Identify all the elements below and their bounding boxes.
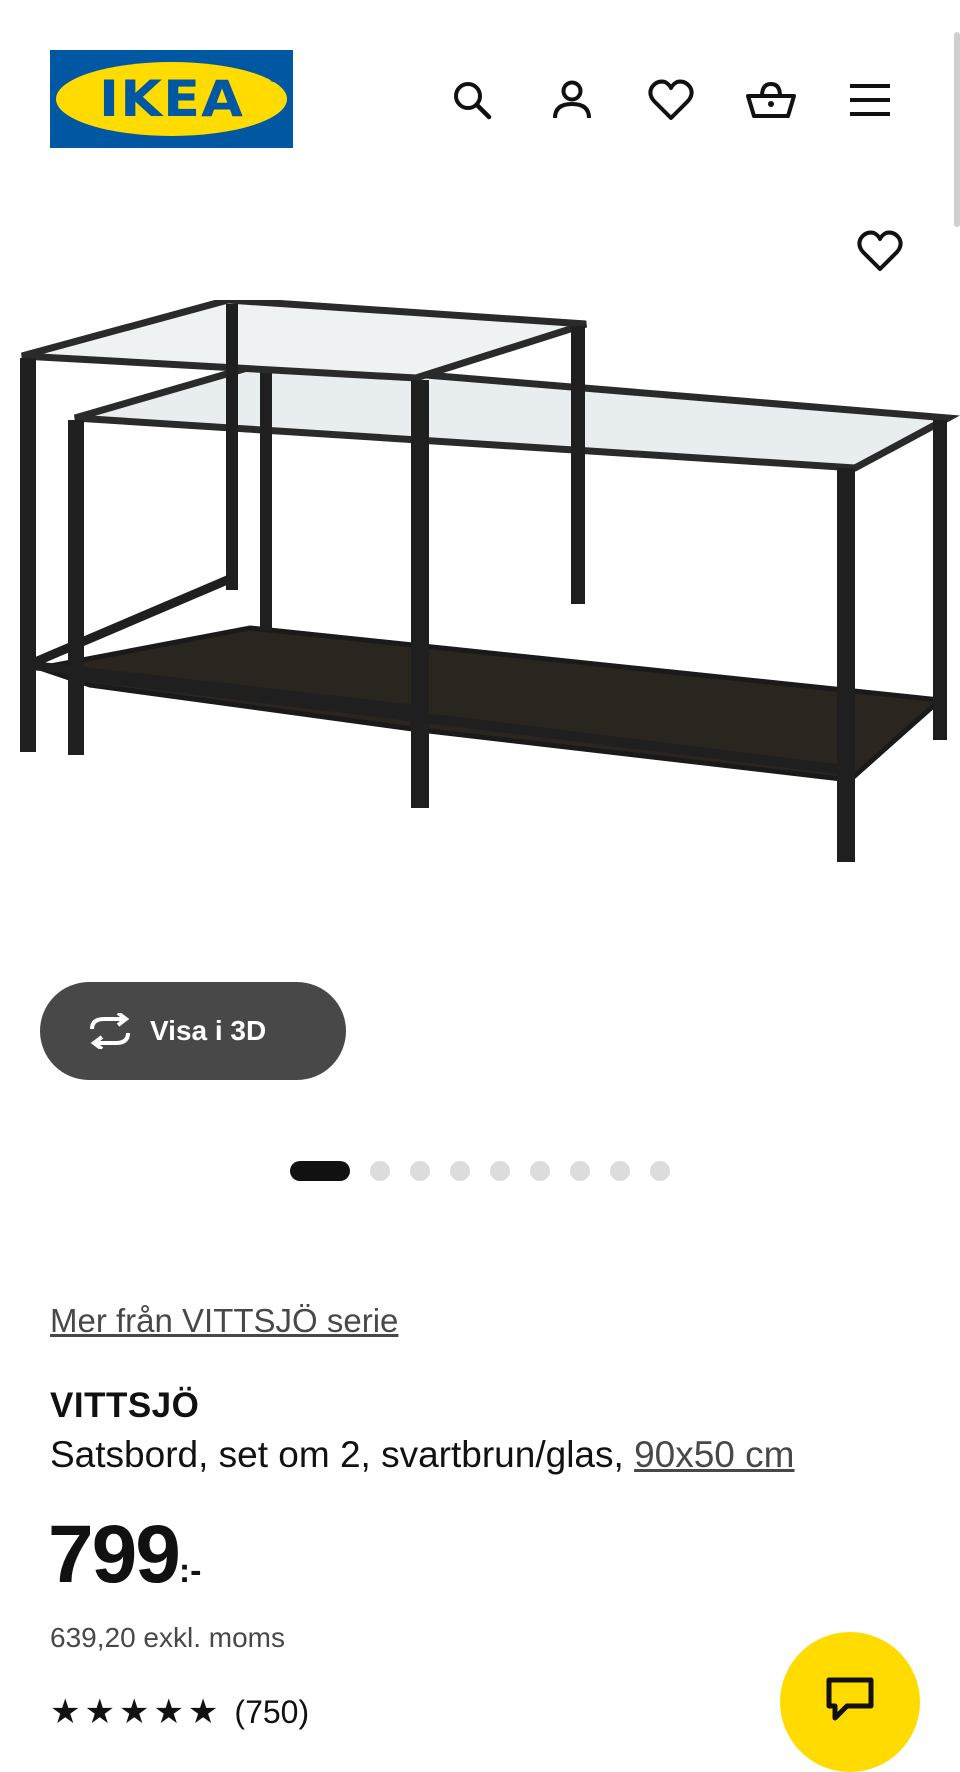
product-name: VITTSJÖ — [50, 1386, 200, 1425]
product-description-text: Satsbord, set om 2, svartbrun/glas, — [50, 1434, 624, 1475]
slide-dot[interactable] — [410, 1161, 430, 1181]
slide-dot[interactable] — [490, 1161, 510, 1181]
rotate-icon — [84, 1011, 136, 1051]
search-icon[interactable] — [442, 70, 502, 130]
heart-icon[interactable] — [641, 70, 701, 130]
slide-dot[interactable] — [570, 1161, 590, 1181]
slide-dot[interactable] — [290, 1161, 350, 1181]
menu-icon[interactable] — [840, 70, 900, 130]
product-description: Satsbord, set om 2, svartbrun/glas, 90x5… — [50, 1434, 794, 1476]
price-excl-vat: 639,20 exkl. moms — [50, 1622, 285, 1653]
heart-icon[interactable] — [850, 221, 910, 281]
slide-dot[interactable] — [610, 1161, 630, 1181]
product-image[interactable] — [0, 300, 960, 960]
account-icon[interactable] — [542, 70, 602, 130]
series-link[interactable]: Mer från VITTSJÖ serie — [50, 1302, 398, 1340]
view-in-3d-label: Visa i 3D — [150, 1015, 267, 1046]
gallery-pagination — [0, 1160, 960, 1182]
rating[interactable]: ★★★★★ (750) — [50, 1692, 309, 1732]
view-in-3d-button[interactable]: Visa i 3D — [40, 982, 346, 1080]
basket-icon[interactable] — [741, 70, 801, 130]
ikea-logo[interactable]: IKEA ® — [50, 50, 293, 148]
registered-mark: ® — [269, 74, 277, 85]
scrollbar[interactable] — [954, 32, 960, 227]
chat-icon — [826, 1677, 874, 1721]
price-amount: 799 — [48, 1509, 181, 1600]
price-suffix: :- — [178, 1552, 202, 1590]
price: 799:- — [48, 1508, 201, 1602]
slide-dot[interactable] — [370, 1161, 390, 1181]
header: IKEA ® — [0, 0, 960, 200]
slide-dot[interactable] — [650, 1161, 670, 1181]
slide-dot[interactable] — [530, 1161, 550, 1181]
logo-text: IKEA — [99, 70, 244, 128]
slide-dot[interactable] — [450, 1161, 470, 1181]
dimensions-link[interactable]: 90x50 cm — [634, 1434, 794, 1475]
rating-stars: ★★★★★ — [50, 1693, 223, 1731]
chat-button[interactable] — [780, 1632, 920, 1772]
rating-count: (750) — [234, 1693, 310, 1730]
